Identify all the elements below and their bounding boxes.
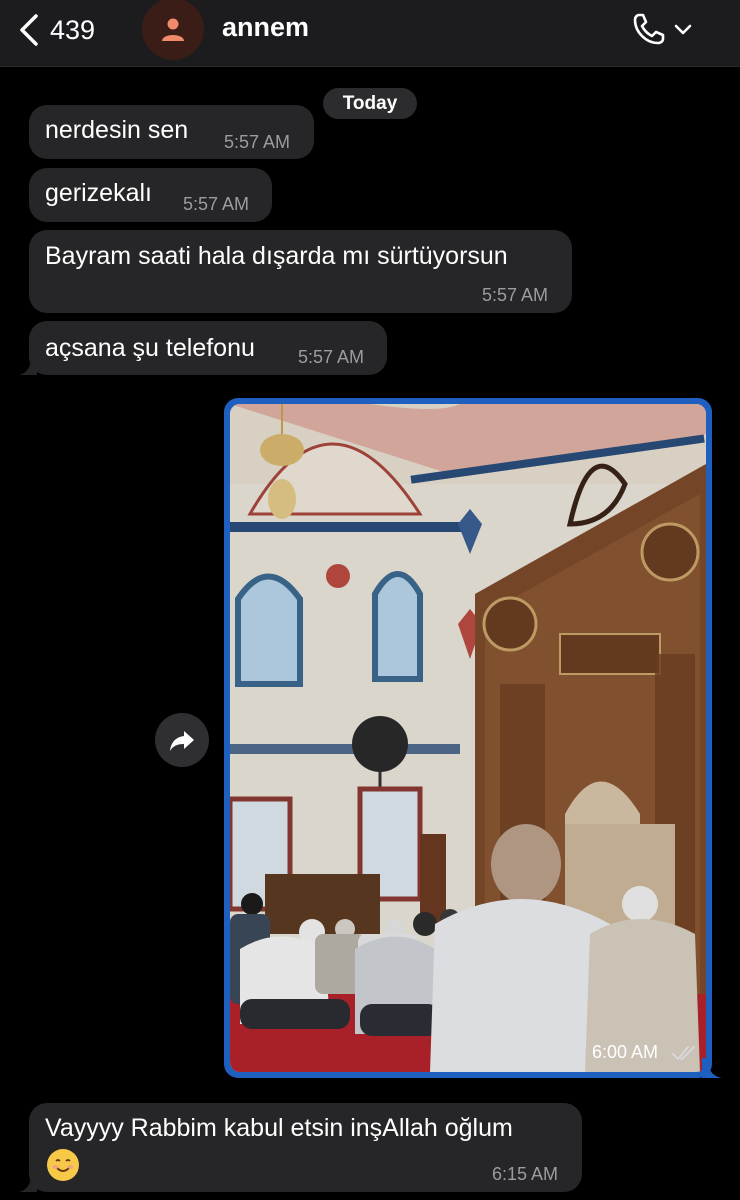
message-bubble[interactable]: açsana şu telefonu 5:57 AM bbox=[19, 321, 387, 375]
call-button[interactable] bbox=[630, 10, 694, 48]
date-separator: Today bbox=[323, 88, 417, 119]
person-icon bbox=[162, 18, 184, 41]
message-time: 5:57 AM bbox=[183, 194, 250, 214]
phone-icon bbox=[633, 13, 665, 45]
smiling-face-emoji bbox=[47, 1149, 79, 1181]
smile-icon bbox=[48, 1150, 78, 1180]
message-time: 6:15 AM bbox=[492, 1164, 559, 1184]
bubble-tail bbox=[19, 1174, 37, 1192]
forward-icon bbox=[170, 731, 194, 751]
message-bubble[interactable]: Vayyyy Rabbim kabul etsin inşAllah oğlum… bbox=[19, 1103, 582, 1192]
unread-count: 439 bbox=[50, 14, 96, 45]
message-text: nerdesin sen bbox=[45, 116, 189, 144]
bubble-tail bbox=[702, 1058, 722, 1078]
contact-name[interactable]: annem bbox=[222, 12, 309, 43]
double-check-icon bbox=[672, 1046, 695, 1061]
message-bubble[interactable]: Bayram saati hala dışarda mı sürtüyorsun… bbox=[29, 230, 572, 313]
avatar[interactable] bbox=[142, 0, 204, 60]
message-time: 5:57 AM bbox=[482, 285, 549, 305]
photo-time: 6:00 AM bbox=[592, 1042, 659, 1062]
message-time: 5:57 AM bbox=[298, 347, 365, 367]
bubble-tail bbox=[19, 357, 37, 375]
mosque-photo bbox=[230, 404, 706, 1072]
message-bubble[interactable]: gerizekalı 5:57 AM bbox=[29, 168, 272, 222]
back-button[interactable]: 439 bbox=[14, 8, 95, 52]
message-bubble[interactable]: nerdesin sen 5:57 AM bbox=[29, 105, 314, 159]
message-text: Bayram saati hala dışarda mı sürtüyorsun bbox=[45, 242, 508, 270]
message-text: Vayyyy Rabbim kabul etsin inşAllah oğlum bbox=[45, 1114, 513, 1142]
forward-button[interactable] bbox=[155, 713, 209, 767]
chevron-left-icon bbox=[20, 14, 38, 46]
message-text: açsana şu telefonu bbox=[45, 334, 255, 362]
message-text: gerizekalı bbox=[45, 179, 152, 207]
chat-header: 439 annem bbox=[0, 0, 740, 67]
photo-attachment[interactable] bbox=[230, 404, 706, 1072]
chevron-down-icon bbox=[674, 24, 692, 35]
message-time: 5:57 AM bbox=[224, 132, 291, 152]
